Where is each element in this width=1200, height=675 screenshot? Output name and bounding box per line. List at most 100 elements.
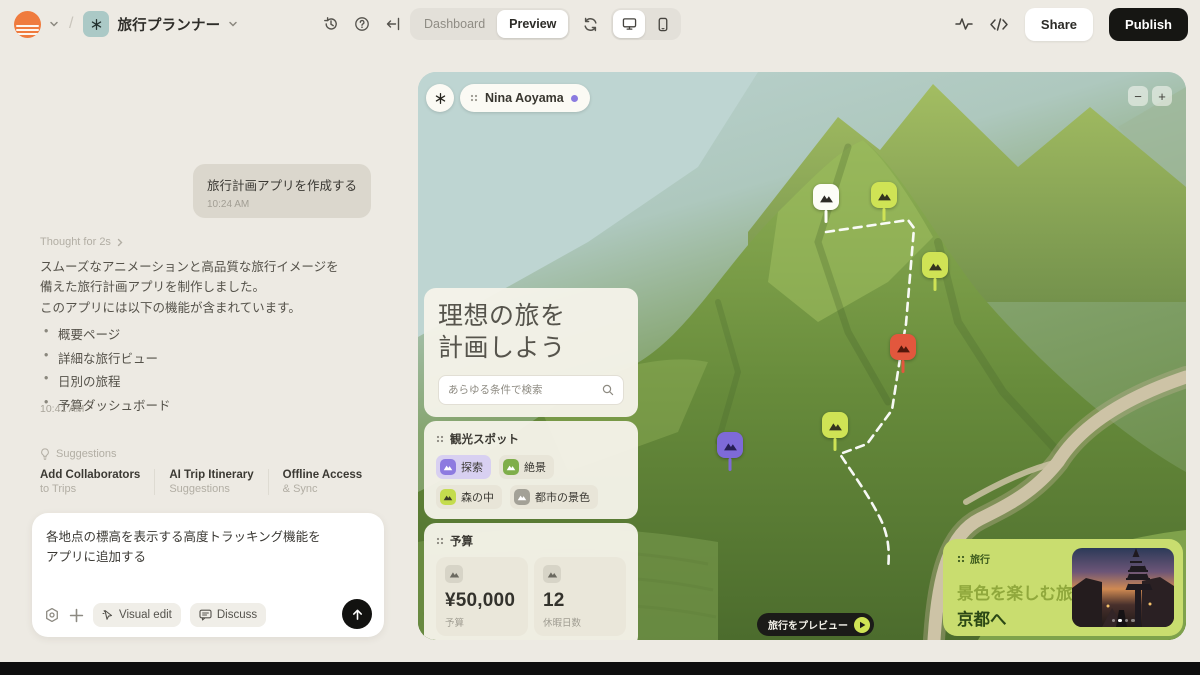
feature-item: 日別の旅程: [44, 371, 171, 390]
visual-edit-button[interactable]: Visual edit: [93, 603, 181, 627]
drag-handle-icon: [957, 555, 965, 563]
trip-preview-button[interactable]: 旅行をプレビュー: [757, 613, 874, 636]
tag-scenic[interactable]: 絶景: [499, 455, 554, 479]
map-pin-mountain[interactable]: [922, 252, 948, 278]
user-message-bubble: 旅行計画アプリを作成する 10:24 AM: [193, 164, 371, 218]
budget-card: 予算 ¥50,000 予算 12 休暇日数: [424, 523, 638, 640]
publish-button[interactable]: Publish: [1109, 8, 1188, 41]
code-icon[interactable]: [989, 18, 1009, 31]
preview-logo-button[interactable]: [426, 84, 454, 112]
stat-value: 12: [543, 590, 617, 612]
play-icon: [854, 617, 870, 633]
suggestions-header: Suggestions: [40, 448, 117, 460]
budget-card-title: 予算: [450, 533, 473, 549]
activity-icon[interactable]: [955, 17, 973, 31]
widget-column: 理想の旅を 計画しよう 観光スポット 探索 絶景 森の中 都市の景色: [424, 288, 638, 640]
suggestion-ai-itinerary[interactable]: AI Trip Itinerary Suggestions: [169, 469, 268, 495]
app-window: / 旅行プランナー Dashboard Preview: [0, 0, 1200, 675]
discuss-label: Discuss: [217, 609, 257, 621]
view-switcher: Dashboard Preview: [410, 8, 570, 40]
stat-label: 予算: [445, 615, 519, 629]
bottom-letterbox: [0, 662, 1200, 675]
map-pin-mountain[interactable]: [890, 334, 916, 360]
chevron-down-icon[interactable]: [228, 19, 238, 29]
suggestion-title: AI Trip Itinerary: [169, 469, 253, 481]
tab-dashboard[interactable]: Dashboard: [412, 10, 497, 38]
cursor-icon: [102, 609, 114, 621]
zoom-out-button[interactable]: −: [1128, 86, 1148, 106]
workspace-logo-icon[interactable]: [14, 11, 41, 38]
mountain-icon: [503, 459, 519, 475]
zoom-in-button[interactable]: +: [1152, 86, 1172, 106]
suggestion-offline-access[interactable]: Offline Access & Sync: [283, 469, 376, 495]
visual-edit-label: Visual edit: [119, 609, 172, 621]
tag-forest[interactable]: 森の中: [436, 485, 502, 509]
stat-budget: ¥50,000 予算: [436, 557, 528, 636]
spots-card-title: 観光スポット: [450, 431, 519, 447]
tag-label: 森の中: [461, 489, 494, 505]
stat-label: 休暇日数: [543, 615, 617, 629]
collapse-panel-icon[interactable]: [385, 16, 401, 32]
tag-label: 絶景: [524, 459, 546, 475]
suggestion-title: Offline Access: [283, 469, 362, 481]
chat-panel: 旅行計画アプリを作成する 10:24 AM Thought for 2s スムー…: [0, 48, 418, 662]
tag-label: 探索: [461, 459, 483, 475]
map-pin-mountain[interactable]: [717, 432, 743, 458]
trip-card-kyoto[interactable]: 旅行 景色を楽しむ旅 京都へ: [943, 539, 1183, 636]
suggestion-title: Add Collaborators: [40, 469, 140, 481]
map-pin-mountain[interactable]: [822, 412, 848, 438]
lightbulb-icon: [40, 448, 50, 460]
user-pill-name: Nina Aoyama: [485, 91, 564, 105]
mountain-icon: [440, 459, 456, 475]
chevron-right-icon: [116, 238, 124, 247]
mountain-icon: [440, 489, 456, 505]
tag-cityscape[interactable]: 都市の景色: [510, 485, 598, 509]
suggestion-subtitle: Suggestions: [169, 483, 253, 495]
app-preview-canvas[interactable]: Nina Aoyama − + 理想の旅を 計画しよう 観光スポット: [418, 72, 1186, 640]
user-pill[interactable]: Nina Aoyama: [460, 84, 590, 112]
drag-handle-icon: [470, 94, 478, 102]
arrow-up-icon: [351, 608, 364, 621]
refresh-icon[interactable]: [582, 16, 599, 33]
mountain-icon: [514, 489, 530, 505]
hero-card: 理想の旅を 計画しよう: [424, 288, 638, 417]
chevron-down-icon[interactable]: [49, 19, 59, 29]
message-composer: 各地点の標高を表示する高度トラッキング機能を アプリに追加する Visual e…: [32, 513, 384, 637]
assistant-message-time: 10:41 AM: [40, 403, 84, 415]
carousel-dots[interactable]: [1072, 619, 1174, 623]
share-button[interactable]: Share: [1025, 8, 1093, 41]
settings-icon[interactable]: [44, 607, 60, 623]
spot-tags: 探索 絶景 森の中 都市の景色: [436, 455, 626, 509]
spots-card: 観光スポット 探索 絶景 森の中 都市の景色: [424, 421, 638, 519]
stat-value: ¥50,000: [445, 590, 519, 612]
map-pin-mountain[interactable]: [813, 184, 839, 210]
search-icon: [602, 384, 614, 396]
project-title: 旅行プランナー: [117, 14, 220, 35]
online-status-dot: [571, 95, 578, 102]
history-icon[interactable]: [323, 16, 339, 32]
suggestion-add-collaborators[interactable]: Add Collaborators to Trips: [40, 469, 155, 495]
breadcrumb-divider: /: [69, 15, 73, 33]
tag-explore[interactable]: 探索: [436, 455, 491, 479]
hero-title: 理想の旅を 計画しよう: [438, 300, 624, 364]
mobile-view-icon[interactable]: [647, 10, 679, 38]
attach-plus-icon[interactable]: [69, 608, 84, 623]
map-pin-mountain[interactable]: [871, 182, 897, 208]
send-button[interactable]: [342, 599, 372, 629]
desktop-view-icon[interactable]: [613, 10, 645, 38]
project-icon[interactable]: [83, 11, 109, 37]
asterisk-icon: [434, 92, 447, 105]
tab-preview[interactable]: Preview: [497, 10, 568, 38]
mountain-icon: [543, 565, 561, 583]
trip-card-header: 旅行: [970, 551, 990, 566]
trip-preview-label: 旅行をプレビュー: [768, 617, 848, 632]
help-icon[interactable]: [354, 16, 370, 32]
thought-toggle[interactable]: Thought for 2s: [40, 236, 124, 248]
discuss-button[interactable]: Discuss: [190, 603, 266, 627]
search-box[interactable]: [438, 375, 624, 405]
search-input[interactable]: [448, 384, 596, 396]
feature-item: 詳細な旅行ビュー: [44, 348, 171, 367]
composer-input[interactable]: 各地点の標高を表示する高度トラッキング機能を アプリに追加する: [46, 527, 370, 567]
user-message-time: 10:24 AM: [207, 199, 357, 210]
thought-label: Thought for 2s: [40, 236, 111, 248]
